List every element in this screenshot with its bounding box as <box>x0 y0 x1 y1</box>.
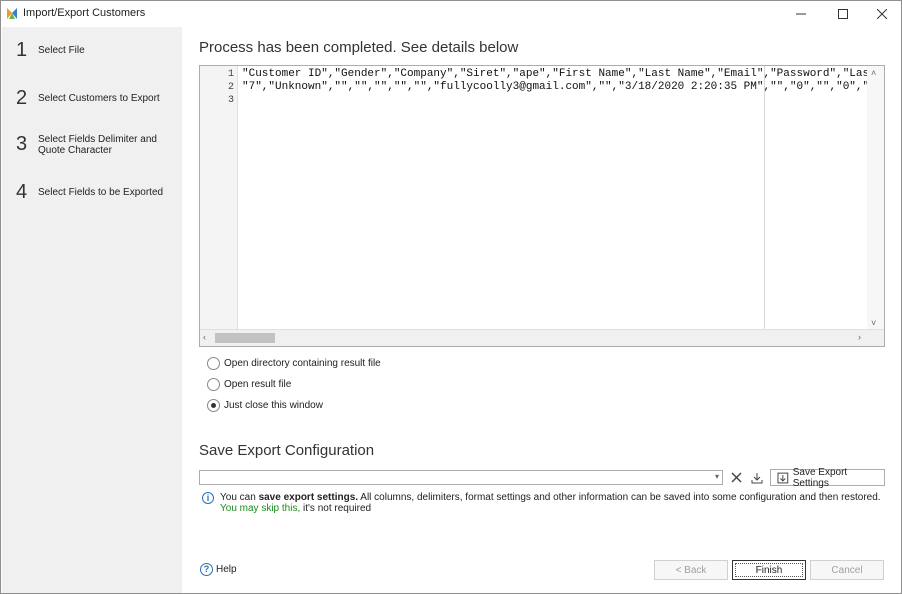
minimize-icon <box>796 13 806 15</box>
line-number: 2 <box>227 82 234 93</box>
code-line: "7","Unknown","","","","","","fullycooll… <box>242 81 876 93</box>
clear-config-button[interactable] <box>727 469 745 486</box>
scroll-left-icon[interactable]: ‹ <box>203 332 206 342</box>
title-bar: Import/Export Customers <box>1 1 901 27</box>
option-open-directory[interactable]: Open directory containing result file <box>207 357 381 370</box>
scroll-up-icon[interactable]: ˄ <box>871 68 876 78</box>
radio-label: Open directory containing result file <box>224 358 381 369</box>
radio-label: Just close this window <box>224 400 323 411</box>
scroll-right-icon[interactable]: › <box>858 332 861 342</box>
minimize-button[interactable] <box>781 1 821 27</box>
line-number-gutter: 1 2 3 <box>200 66 238 331</box>
scroll-down-icon[interactable]: ˅ <box>871 318 876 328</box>
step-label: Select Fields to be Exported <box>38 187 164 198</box>
window-title: Import/Export Customers <box>23 7 146 19</box>
save-export-settings-label: Save Export Settings <box>792 466 848 489</box>
line-number: 1 <box>227 69 234 80</box>
step-number: 3 <box>16 133 28 155</box>
radio-button[interactable] <box>207 399 220 412</box>
close-button[interactable] <box>862 1 902 27</box>
result-preview-editor[interactable]: 1 2 3 "Customer ID","Gender","Company","… <box>199 65 885 347</box>
wizard-step-1[interactable]: 1 Select File <box>16 39 178 62</box>
maximize-icon <box>838 9 848 19</box>
option-just-close[interactable]: Just close this window <box>207 399 323 412</box>
clear-icon <box>731 472 741 483</box>
save-config-title: Save Export Configuration <box>199 442 375 459</box>
wizard-steps-sidebar: 1 Select File 2 Select Customers to Expo… <box>2 27 182 593</box>
info-icon: i <box>202 492 214 504</box>
import-export-window: Import/Export Customers 1 Select File 2 … <box>0 0 902 594</box>
line-number: 3 <box>227 95 234 106</box>
finish-button[interactable]: Finish <box>732 560 806 580</box>
info-suffix: it's not required <box>300 503 372 514</box>
editor-margin-line <box>764 66 765 331</box>
code-line: "Customer ID","Gender","Company","Siret"… <box>242 68 876 80</box>
page-title: Process has been completed. See details … <box>199 39 519 56</box>
info-text: You can save export settings. All column… <box>220 492 882 514</box>
app-logo-icon <box>7 8 17 19</box>
save-settings-icon <box>777 472 789 483</box>
wizard-step-4[interactable]: 4 Select Fields to be Exported <box>16 181 178 204</box>
step-number: 1 <box>16 39 28 61</box>
info-bold: save export settings. <box>258 492 359 503</box>
config-name-combo[interactable]: ▾ <box>199 470 723 485</box>
wizard-step-3[interactable]: 3 Select Fields Delimiter and Quote Char… <box>16 133 178 156</box>
vertical-scrollbar[interactable]: ˄ ˅ <box>867 66 884 331</box>
skip-link[interactable]: You may skip this, <box>220 503 300 514</box>
step-number: 4 <box>16 181 28 203</box>
help-icon: ? <box>200 563 213 576</box>
radio-button[interactable] <box>207 357 220 370</box>
step-number: 2 <box>16 87 28 109</box>
info-middle: All columns, delimiters, format settings… <box>358 492 881 503</box>
radio-button[interactable] <box>207 378 220 391</box>
load-config-button[interactable] <box>748 469 766 486</box>
download-icon <box>751 472 763 483</box>
horizontal-scroll-thumb[interactable] <box>215 333 275 343</box>
save-config-info: i You can save export settings. All colu… <box>202 492 882 514</box>
save-export-settings-button[interactable]: Save Export Settings <box>770 466 885 489</box>
help-link[interactable]: ? Help <box>200 563 237 576</box>
radio-label: Open result file <box>224 379 292 390</box>
step-label: Select Customers to Export <box>38 93 160 104</box>
wizard-step-2[interactable]: 2 Select Customers to Export <box>16 87 178 110</box>
maximize-button[interactable] <box>823 1 863 27</box>
step-label: Select Fields Delimiter and Quote Charac… <box>38 133 157 156</box>
horizontal-scrollbar[interactable]: ‹ › <box>200 329 884 346</box>
close-icon <box>877 9 887 19</box>
help-label: Help <box>216 564 237 575</box>
back-button[interactable]: < Back <box>654 560 728 580</box>
info-prefix: You can <box>220 492 259 503</box>
chevron-down-icon[interactable]: ▾ <box>715 472 719 481</box>
cancel-button[interactable]: Cancel <box>810 560 884 580</box>
option-open-result-file[interactable]: Open result file <box>207 378 291 391</box>
step-label: Select File <box>38 45 85 56</box>
